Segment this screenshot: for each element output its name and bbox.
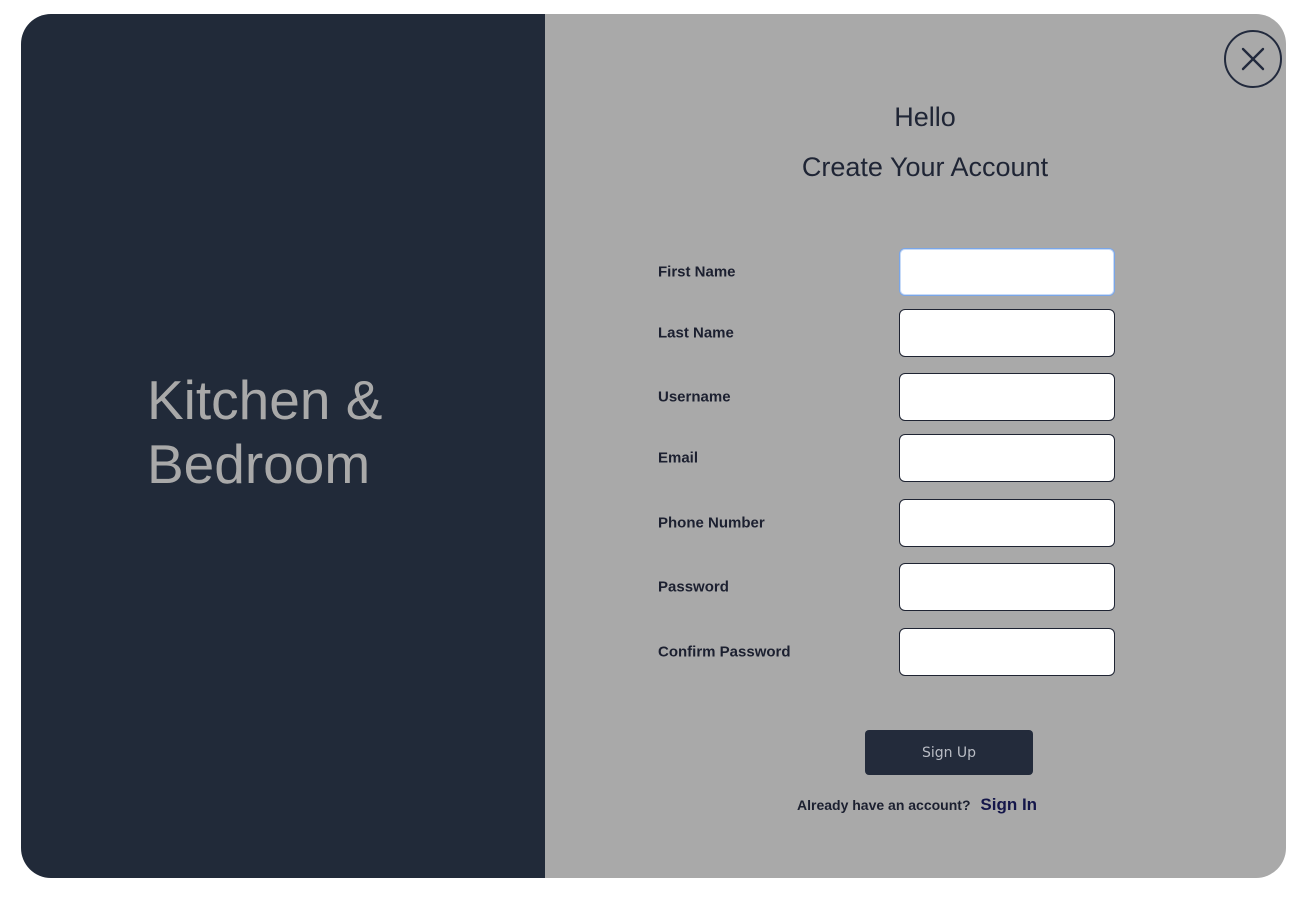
form-panel: Hello Create Your Account First Name Las… (545, 14, 1286, 878)
form-row-confirm-password: Confirm Password (658, 628, 1118, 676)
sign-up-button[interactable]: Sign Up (865, 730, 1033, 775)
username-input[interactable] (899, 373, 1115, 421)
last-name-label: Last Name (658, 324, 734, 342)
phone-number-label: Phone Number (658, 514, 765, 532)
brand-title-line-2: Bedroom (147, 433, 371, 495)
sign-in-prompt-text: Already have an account? (797, 797, 971, 813)
first-name-input[interactable] (899, 248, 1115, 296)
confirm-password-label: Confirm Password (658, 643, 791, 661)
form-row-password: Password (658, 563, 1118, 611)
sign-in-link[interactable]: Sign In (980, 795, 1037, 814)
brand-title: Kitchen & Bedroom (147, 368, 382, 496)
brand-panel: Kitchen & Bedroom (21, 14, 545, 878)
form-row-last-name: Last Name (658, 309, 1118, 357)
signup-window: Kitchen & Bedroom Hello Create Your Acco… (21, 14, 1286, 878)
close-button[interactable] (1224, 30, 1282, 88)
email-input[interactable] (899, 434, 1115, 482)
password-input[interactable] (899, 563, 1115, 611)
page-title: Create Your Account (801, 152, 1049, 182)
form-row-username: Username (658, 373, 1118, 421)
greeting-title: Hello (894, 102, 956, 132)
confirm-password-input[interactable] (899, 628, 1115, 676)
password-label: Password (658, 578, 729, 596)
close-icon (1241, 47, 1265, 71)
sign-in-prompt: Already have an account? Sign In (797, 795, 1037, 815)
brand-title-line-1: Kitchen & (147, 369, 383, 431)
form-row-phone-number: Phone Number (658, 499, 1118, 547)
form-row-first-name: First Name (658, 248, 1118, 296)
phone-number-input[interactable] (899, 499, 1115, 547)
first-name-label: First Name (658, 263, 736, 281)
form-row-email: Email (658, 434, 1118, 482)
username-label: Username (658, 388, 731, 406)
email-label: Email (658, 449, 699, 467)
last-name-input[interactable] (899, 309, 1115, 357)
